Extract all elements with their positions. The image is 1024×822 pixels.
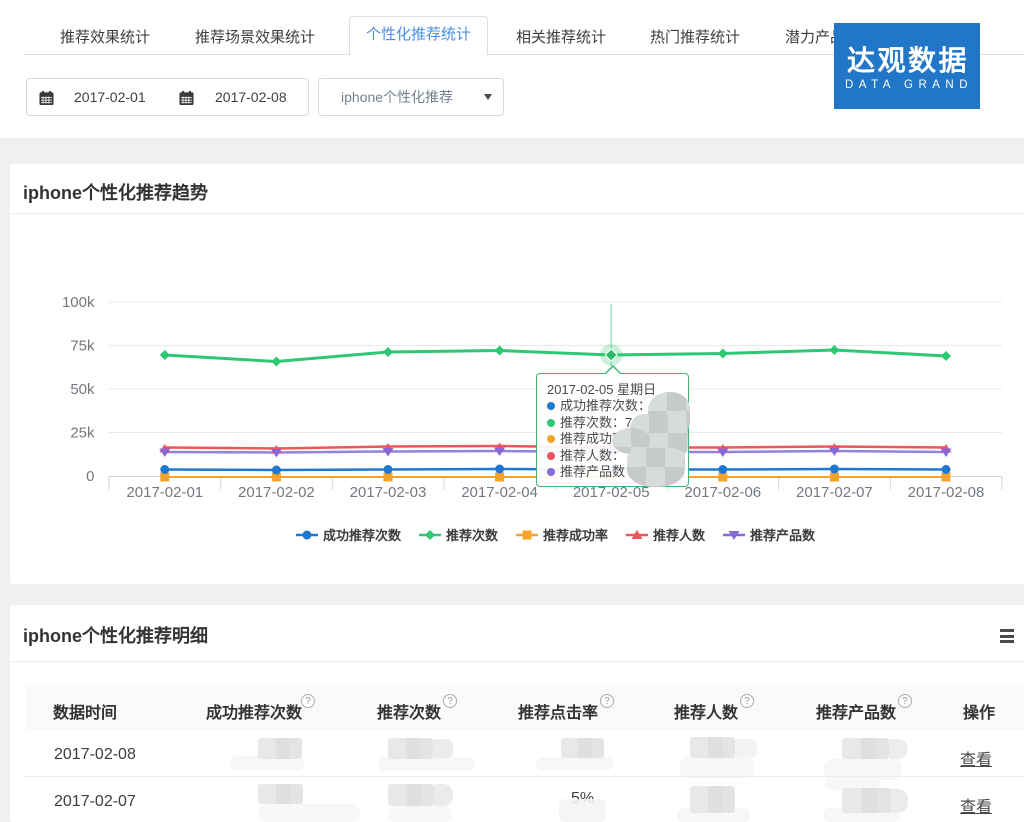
svg-text:0: 0 xyxy=(86,468,94,485)
svg-text:2017-02-07: 2017-02-07 xyxy=(796,484,873,501)
svg-text:2017-02-02: 2017-02-02 xyxy=(238,484,315,501)
svg-text:100k: 100k xyxy=(62,294,95,311)
svg-text:75k: 75k xyxy=(70,338,95,355)
svg-text:2017-02-01: 2017-02-01 xyxy=(126,484,203,501)
svg-text:50k: 50k xyxy=(70,381,95,398)
svg-text:2017-02-04: 2017-02-04 xyxy=(461,484,538,501)
svg-text:2017-02-03: 2017-02-03 xyxy=(350,484,427,501)
svg-text:2017-02-08: 2017-02-08 xyxy=(908,484,985,501)
svg-text:2017-02-06: 2017-02-06 xyxy=(684,484,761,501)
svg-text:25k: 25k xyxy=(70,425,95,442)
